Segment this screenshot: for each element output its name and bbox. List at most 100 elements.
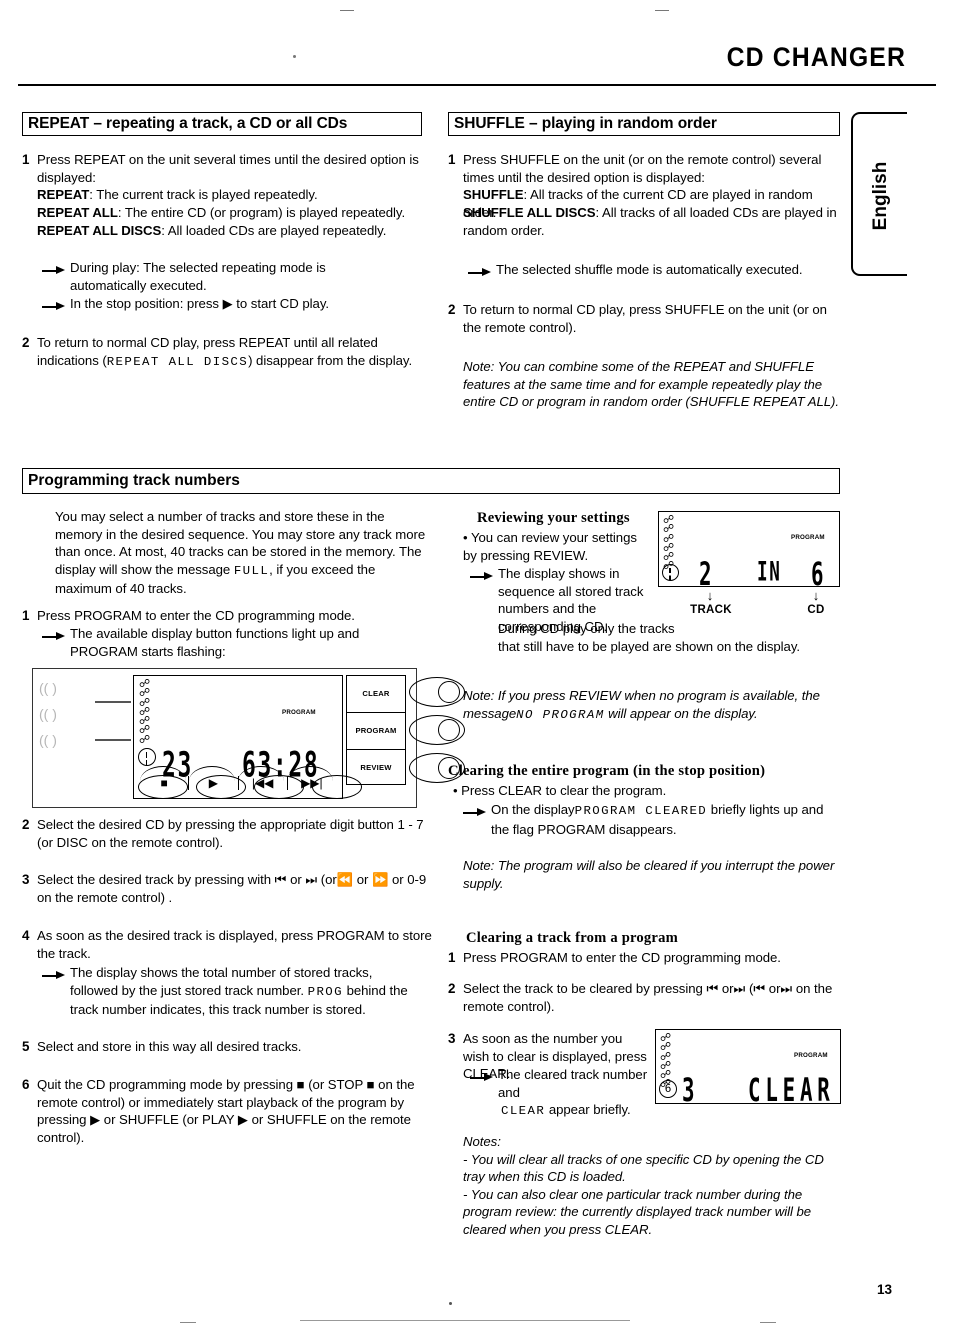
clearing-track-notes: Notes: - You will clear all tracks of on… [463, 1133, 845, 1239]
repeat-option-2-text: : The entire CD (or program) is played r… [117, 205, 406, 220]
repeat-step-2-post: ) disappear from the display. [248, 352, 413, 368]
panel-next-button[interactable] [312, 775, 362, 799]
language-tab-label: English [870, 161, 891, 231]
reviewing-arrow-icon [470, 567, 494, 585]
repeat-option-2: REPEAT ALL: The entire CD (or program) i… [37, 204, 437, 222]
programming-step-3-number: 3 [22, 872, 30, 887]
repeat-option-3-text: : All loaded CDs are played repeatedly. [161, 223, 387, 238]
shuffle-option-2-label: SHUFFLE ALL DISCS [463, 205, 596, 220]
clearing-track-step-3-number: 3 [448, 1031, 456, 1046]
repeat-option-2-label: REPEAT ALL [37, 205, 118, 220]
repeat-bullet-2-text: In the stop position: press ▶ to start C… [70, 295, 410, 313]
crop-tick-top-left [340, 10, 354, 11]
language-tab: English [851, 112, 907, 276]
panel-bottom-buttons [138, 775, 368, 801]
programming-step-1-number: 1 [22, 608, 30, 623]
page-number: 13 [876, 1282, 892, 1297]
panel-program-label: PROGRAM [347, 713, 405, 750]
crop-tick-bottom-right [760, 1322, 776, 1323]
panel-disc-marks: (( ) (( ) (( ) [39, 675, 94, 761]
programming-step-3-c: (or [320, 872, 337, 887]
review-lcd-in-word: IN [757, 557, 782, 588]
stray-dot-top [293, 55, 296, 58]
clearing-track-step-3-post: appear briefly. [548, 1102, 631, 1118]
shuffle-note: Note: You can combine some of the REPEAT… [463, 359, 839, 410]
programming-step-6-e: or SHUFFLE (or PLAY [103, 1112, 235, 1128]
panel-clear-label: CLEAR [347, 676, 405, 713]
reviewing-note-post: will appear on the display. [608, 705, 758, 721]
programming-step-4-number: 4 [22, 928, 30, 943]
panel-lcd-program-flag: PROGRAM [282, 709, 316, 716]
disc-stack-icon: ☍ ☍ ☍ ☍ ☍ ☍ ☍ [139, 678, 150, 746]
clearing-track-step-3-pre: The cleared track number and [498, 1067, 648, 1100]
reviewing-extra-line-2: that still have to be played are shown o… [498, 639, 801, 654]
programming-step-2-number: 2 [22, 817, 30, 832]
programming-step-5-number: 5 [22, 1039, 30, 1054]
programming-step-6-b: (or STOP [308, 1077, 363, 1092]
programming-intro-lcd-message: FULL [233, 563, 270, 578]
repeat-bullet-1-arrow-icon [42, 261, 66, 279]
clearing-track-step-1-number: 1 [448, 950, 456, 965]
stop-square-icon-2: ■ [366, 1077, 375, 1092]
programming-step-5-text: Select and store in this way all desired… [37, 1039, 302, 1054]
panel-disc-mark-3: (( ) [39, 732, 57, 748]
programming-step-4-text: As soon as the desired track is displaye… [37, 928, 432, 961]
panel-clear-button[interactable] [409, 677, 465, 707]
repeat-step-2-number: 2 [22, 335, 30, 350]
reviewing-heading: Reviewing your settings [477, 510, 630, 526]
review-track-pointer-icon: ↓ [706, 588, 714, 603]
repeat-option-1-text: : The current track is played repeatedly… [89, 187, 318, 202]
shuffle-option-2: SHUFFLE ALL DISCS: All tracks of all loa… [463, 204, 841, 239]
stray-dot-bottom [449, 1302, 452, 1305]
clearing-track-step-2-a: Select the track to be cleared by pressi… [463, 981, 703, 996]
repeat-step-1-intro: Press REPEAT on the unit several times u… [37, 152, 419, 185]
rewind-icon-3: ⏮ [753, 981, 766, 996]
reviewing-bullet: • You can review your settings by pressi… [463, 530, 637, 563]
clearing-track-step-2-b: or [721, 981, 734, 996]
clearing-track-step-1-text: Press PROGRAM to enter the CD programmin… [463, 950, 781, 965]
repeat-bullet-2-arrow-icon [42, 297, 66, 315]
cd-player-panel-figure: (( ) (( ) (( ) ☍ ☍ ☍ ☍ ☍ ☍ ☍ 23 63:28 PROGRAM [32, 668, 465, 808]
rewind-icon: ⏮ [274, 872, 287, 887]
clearing-track-notes-title: Notes: [463, 1134, 501, 1149]
shuffle-step-1-number: 1 [448, 152, 456, 167]
clearing-entire-note: Note: The program will also be cleared i… [463, 858, 835, 891]
programming-step-1-arrow-icon [42, 627, 66, 645]
programming-step-3-d: or [356, 872, 369, 887]
programming-step-2-text: Select the desired CD by pressing the ap… [37, 817, 424, 850]
reviewing-extra-line-1: During CD play only the tracks [498, 621, 675, 636]
clear-lcd-program-flag: PROGRAM [794, 1052, 828, 1059]
stop-square-icon: ■ [296, 1077, 305, 1092]
panel-function-label-column: CLEAR PROGRAM REVIEW [346, 675, 406, 785]
panel-stop-button[interactable] [138, 775, 188, 799]
review-cd-label: CD [807, 604, 825, 616]
fastforward-icon-3: ⏭ [780, 981, 793, 996]
programming-step-1-bullet: The available display button functions l… [70, 626, 360, 659]
programming-step-4-lcd-message: PROG [307, 984, 343, 999]
rewind-icon-2: ⏮ [706, 981, 719, 996]
crop-tick-bottom-left [180, 1322, 196, 1323]
clearing-track-step-2-number: 2 [448, 981, 456, 996]
review-lcd-display: ☍ ☍ ☍ ☍ ☍ ☍ 2 IN 6 PROGRAM [658, 511, 840, 593]
repeat-option-1-label: REPEAT [37, 187, 90, 202]
repeat-step-2-text: To return to normal CD play, press REPEA… [37, 334, 432, 371]
repeat-bullet-2-post: to start CD play. [236, 296, 329, 311]
fastforward-icon: ⏭ [305, 872, 318, 887]
panel-previous-button[interactable] [254, 775, 304, 799]
programming-step-3-b: or [290, 872, 302, 887]
review-cd-pointer-icon: ↓ [812, 588, 820, 603]
footer-rule [300, 1320, 630, 1321]
crop-tick-top-right [655, 10, 669, 11]
programming-step-1-text: Press PROGRAM to enter the CD programmin… [37, 608, 355, 623]
clear-lcd-disc-number: 6 [659, 1080, 677, 1098]
programming-step-4-bullet: The display shows the total number of st… [70, 964, 422, 1019]
fastforward-icon-2: ⏭ [733, 981, 746, 996]
programming-step-6-number: 6 [22, 1077, 30, 1092]
clearing-track-step-2-text: Select the track to be cleared by pressi… [463, 980, 845, 1015]
skip-back-icon: ⏪ [336, 872, 354, 887]
panel-disc-mark-2: (( ) [39, 706, 57, 722]
review-lcd-program-flag: PROGRAM [791, 534, 825, 541]
header-rule [18, 84, 936, 86]
panel-play-button[interactable] [196, 775, 246, 799]
panel-program-button[interactable] [409, 715, 465, 745]
